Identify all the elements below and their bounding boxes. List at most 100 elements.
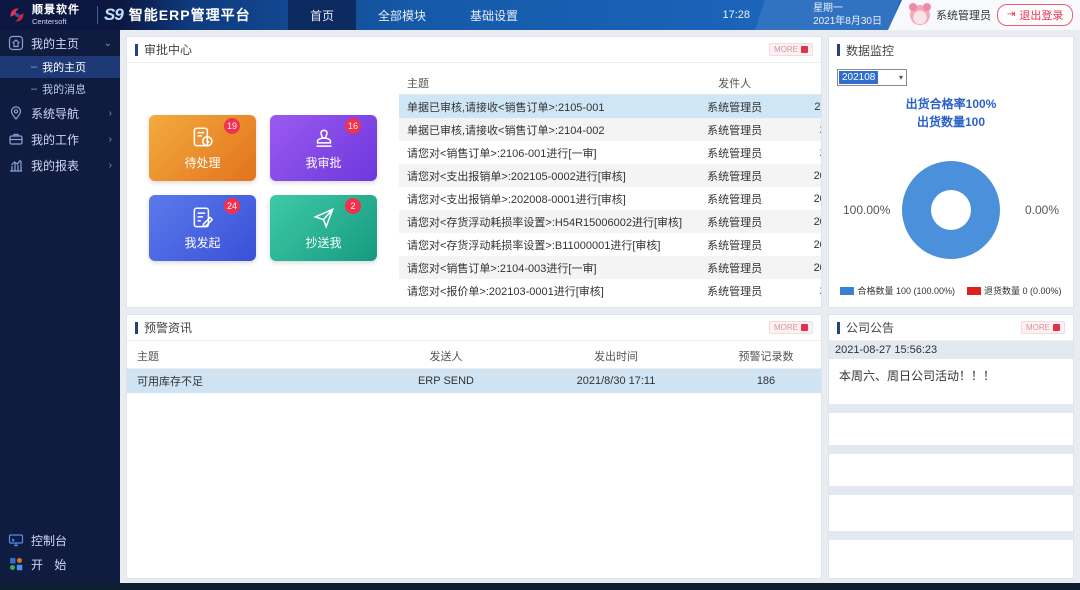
ship-qty-text: 出货数量100 xyxy=(829,113,1073,131)
sidebar-subitem-label: 我的消息 xyxy=(42,81,86,97)
announcements-more-button[interactable]: MORE xyxy=(1021,321,1065,334)
month-select[interactable]: 202108 ▾ xyxy=(837,69,907,86)
approval-row[interactable]: 单据已审核,请接收<销售订单>:2104-002系统管理员2021/8/5 16… xyxy=(399,118,822,141)
col-time: 发出时间 xyxy=(521,348,711,364)
sidebar-item-my-reports[interactable]: 我的报表 › xyxy=(0,152,120,178)
col-subject: 主题 xyxy=(399,75,682,91)
row-sender: 系统管理员 xyxy=(682,260,787,276)
tile-my-initiated[interactable]: 我发起 24 xyxy=(149,195,256,261)
tile-cc-me[interactable]: 抄送我 2 xyxy=(270,195,377,261)
approval-row[interactable]: 请您对<报价单>:202103-0001进行[审核]系统管理员2021/3/3 … xyxy=(399,279,822,302)
row-subject: 请您对<存货浮动耗损率设置>:H54R15006002进行[审核] xyxy=(399,214,682,230)
alerts-table-header: 主题 发送人 发出时间 预警记录数 xyxy=(127,343,821,369)
row-time: 2021/4/23 14:06 xyxy=(787,262,822,274)
donut-hole xyxy=(931,190,971,230)
console-label: 控制台 xyxy=(31,532,67,549)
pass-rate-text: 出货合格率100% xyxy=(829,95,1073,113)
logout-button[interactable]: ⇥ 退出登录 xyxy=(997,4,1073,26)
sidebar-item-my-work[interactable]: 我的工作 › xyxy=(0,126,120,152)
approval-row[interactable]: 单据已审核,请接收<销售订单>:2105-001系统管理员2021/8/14 1… xyxy=(399,95,822,118)
legend-label: 合格数量 100 (100.00%) xyxy=(857,284,955,297)
tile-pending[interactable]: 待处理 19 xyxy=(149,115,256,181)
legend-qualified: 合格数量 100 (100.00%) xyxy=(840,284,955,297)
announcement-divider xyxy=(829,531,1073,540)
alerts-panel-title: 预警资讯 xyxy=(144,319,192,336)
donut-legend: 合格数量 100 (100.00%) 退货数量 0 (0.00%) xyxy=(829,284,1073,297)
row-sender: 系统管理员 xyxy=(682,237,787,253)
approval-panel-title: 审批中心 xyxy=(144,41,192,58)
tab-home[interactable]: 首页 xyxy=(288,0,356,30)
approval-row[interactable]: 请您对<存货浮动耗损率设置>:H54R15006002进行[审核]系统管理员20… xyxy=(399,210,822,233)
row-time: 2021/6/5 14:58 xyxy=(787,147,822,159)
select-chevron-icon: ▾ xyxy=(899,73,903,82)
approval-row[interactable]: 请您对<存货浮动耗损率设置>:B11000001进行[审核]系统管理员2021/… xyxy=(399,233,822,256)
sidebar-subitem-my-home[interactable]: – 我的主页 xyxy=(0,56,120,78)
col-sender: 发件人 xyxy=(682,75,787,91)
legend-label: 退货数量 0 (0.00%) xyxy=(984,284,1062,297)
alerts-panel: 预警资讯 MORE 主题 发送人 发出时间 预警记录数 可用库存不足 ERP S… xyxy=(126,314,822,579)
col-subject: 主题 xyxy=(127,348,371,364)
row-time: 2021/5/22 17:41 xyxy=(787,170,822,182)
more-icon xyxy=(1053,324,1060,331)
tile-my-approvals[interactable]: 我审批 16 xyxy=(270,115,377,181)
row-subject: 请您对<存货浮动耗损率设置>:B11000001进行[审核] xyxy=(399,237,682,253)
approval-row[interactable]: 请您对<销售订单>:2106-001进行[一审]系统管理员2021/6/5 14… xyxy=(399,141,822,164)
sidebar-item-system-nav[interactable]: 系统导航 › xyxy=(0,100,120,126)
row-time: 2021/5/21 16:13 xyxy=(787,239,822,251)
sidebar-item-label: 我的报表 xyxy=(31,157,79,174)
approval-row[interactable]: 请您对<支出报销单>:202105-0002进行[审核]系统管理员2021/5/… xyxy=(399,164,822,187)
sidebar-item-label: 系统导航 xyxy=(31,105,79,122)
tab-all-modules[interactable]: 全部模块 xyxy=(356,0,448,30)
user-name: 系统管理员 xyxy=(936,7,991,23)
stamp-icon xyxy=(311,125,337,151)
approval-row[interactable]: 请您对<支出报销单>:202008-0001进行[审核]系统管理员2021/5/… xyxy=(399,187,822,210)
user-avatar[interactable] xyxy=(910,5,930,25)
sidebar: 我的主页 ⌄ – 我的主页 – 我的消息 系统导航 › 我的工作 › xyxy=(0,30,120,590)
dash-marker: – xyxy=(31,83,37,95)
title-accent-bar xyxy=(837,44,840,56)
console-button[interactable]: 控制台 xyxy=(0,528,120,552)
data-monitor-panel: 数据监控 202108 ▾ 出货合格率100% 出货数量100 100.00% … xyxy=(828,36,1074,308)
month-select-value: 202108 xyxy=(839,71,878,84)
col-sender: 发送人 xyxy=(371,348,521,364)
approval-table-body: 单据已审核,请接收<销售订单>:2105-001系统管理员2021/8/14 1… xyxy=(399,95,822,302)
row-sender: 系统管理员 xyxy=(682,191,787,207)
erp-dashboard: 顺景软件 Centersoft S9 智能ERP管理平台 首页 全部模块 基础设… xyxy=(0,0,1080,590)
doc-edit-icon xyxy=(190,205,216,231)
alerts-more-button[interactable]: MORE xyxy=(769,321,813,334)
donut-right-label: 0.00% xyxy=(1025,203,1059,217)
col-count: 预警记录数 xyxy=(711,348,821,364)
tile-label: 我审批 xyxy=(305,154,341,171)
monitor-panel-title: 数据监控 xyxy=(846,42,894,59)
tab-base-settings[interactable]: 基础设置 xyxy=(448,0,540,30)
top-bar: 顺景软件 Centersoft S9 智能ERP管理平台 首页 全部模块 基础设… xyxy=(0,0,1080,30)
approval-more-button[interactable]: MORE xyxy=(769,43,813,56)
alert-count: 186 xyxy=(711,375,821,387)
sidebar-item-my-home[interactable]: 我的主页 ⌄ xyxy=(0,30,120,56)
start-button[interactable]: 开 始 xyxy=(0,552,120,576)
console-icon xyxy=(8,532,24,548)
tile-label: 待处理 xyxy=(184,154,220,171)
row-sender: 系统管理员 xyxy=(682,214,787,230)
announcement-content[interactable]: 本周六、周日公司活动！！！ xyxy=(829,359,1073,404)
row-sender: 系统管理员 xyxy=(682,168,787,184)
bar-chart-icon xyxy=(8,157,24,173)
sidebar-subitem-my-messages[interactable]: – 我的消息 xyxy=(0,78,120,100)
more-label: MORE xyxy=(774,45,798,54)
alert-time: 2021/8/30 17:11 xyxy=(521,375,711,387)
product-title: 智能ERP管理平台 xyxy=(129,5,251,25)
start-icon xyxy=(8,556,24,572)
clock-time: 17:28 xyxy=(722,0,750,30)
legend-swatch-blue xyxy=(840,287,854,295)
row-subject: 请您对<支出报销单>:202105-0002进行[审核] xyxy=(399,168,682,184)
row-time: 2021/8/14 11:45 xyxy=(787,101,822,113)
tile-label: 我发起 xyxy=(184,234,220,251)
brand-swirl-icon xyxy=(6,4,28,26)
home-icon xyxy=(8,35,24,51)
approval-tiles: 待处理 19 我审批 16 我发起 xyxy=(149,115,377,261)
legend-swatch-red xyxy=(967,287,981,295)
badge-count: 2 xyxy=(345,198,361,214)
alert-row[interactable]: 可用库存不足 ERP SEND 2021/8/30 17:11 186 xyxy=(127,369,821,393)
more-label: MORE xyxy=(774,323,798,332)
approval-row[interactable]: 请您对<销售订单>:2104-003进行[一审]系统管理员2021/4/23 1… xyxy=(399,256,822,279)
